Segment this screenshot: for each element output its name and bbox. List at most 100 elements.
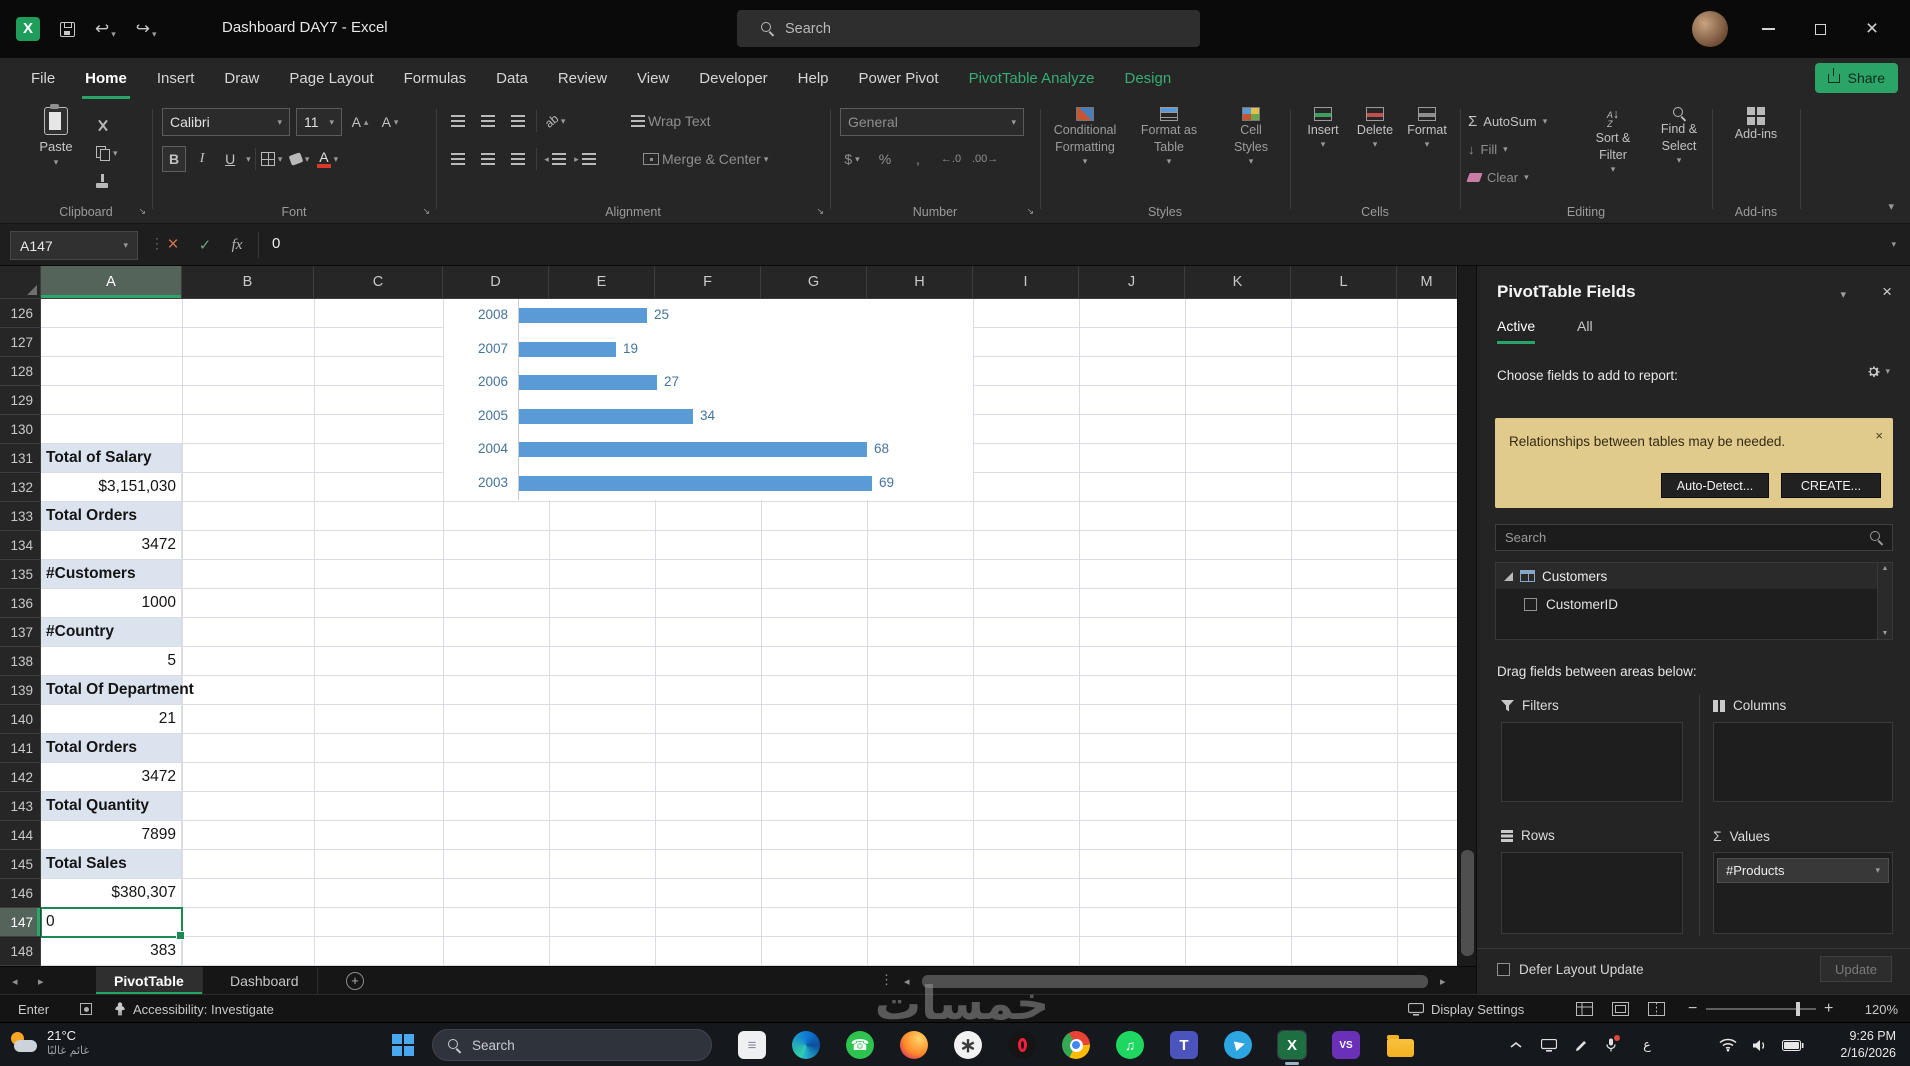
column-header-d[interactable]: D bbox=[443, 266, 549, 299]
hscroll-left-icon[interactable]: ◂ bbox=[904, 967, 910, 995]
auto-detect-button[interactable]: Auto-Detect... bbox=[1661, 473, 1769, 498]
field-item-customerid[interactable]: CustomerID bbox=[1524, 593, 1618, 615]
excel-app-icon[interactable]: X bbox=[16, 17, 40, 41]
cell-a138[interactable]: 5 bbox=[41, 647, 182, 676]
sheet-nav-left-icon[interactable]: ◂ bbox=[12, 967, 18, 995]
cell-a133[interactable]: Total Orders bbox=[41, 502, 182, 531]
maximize-button[interactable] bbox=[1794, 0, 1846, 58]
cancel-entry-button[interactable]: × bbox=[160, 233, 186, 257]
tray-microphone-icon[interactable] bbox=[1600, 1023, 1622, 1066]
ribbon-tab-file[interactable]: File bbox=[16, 58, 70, 99]
column-header-l[interactable]: L bbox=[1291, 266, 1397, 299]
row-header-135[interactable]: 135 bbox=[0, 560, 41, 589]
autosum-button[interactable]: Σ AutoSum ▾ bbox=[1468, 109, 1547, 133]
orientation-button[interactable]: ab ▾ bbox=[542, 108, 567, 134]
cell-a131[interactable]: Total of Salary bbox=[41, 444, 182, 473]
taskbar-app-notepad-icon[interactable]: ≡ bbox=[737, 1030, 767, 1060]
taskbar-app-whatsapp-icon[interactable]: ☎ bbox=[845, 1030, 875, 1060]
taskbar-app-edge-icon[interactable] bbox=[791, 1030, 821, 1060]
field-list-settings-button[interactable]: ▾ bbox=[1866, 364, 1890, 379]
sheet-tab-dashboard[interactable]: Dashboard bbox=[212, 967, 318, 995]
cell-a143[interactable]: Total Quantity bbox=[41, 792, 182, 821]
display-settings-button[interactable]: Display Settings bbox=[1408, 995, 1524, 1023]
column-header-i[interactable]: I bbox=[973, 266, 1079, 299]
taskbar-app-excel-icon[interactable]: X bbox=[1277, 1030, 1307, 1065]
clear-button[interactable]: Clear ▾ bbox=[1466, 165, 1529, 189]
row-header-141[interactable]: 141 bbox=[0, 734, 41, 763]
page-layout-view-button[interactable] bbox=[1612, 995, 1629, 1023]
insert-cells-button[interactable]: Insert ▾ bbox=[1298, 107, 1348, 149]
collapse-ribbon-icon[interactable]: ▾ bbox=[1888, 200, 1894, 213]
volume-icon[interactable] bbox=[1748, 1023, 1772, 1066]
ribbon-tab-data[interactable]: Data bbox=[481, 58, 543, 99]
italic-button[interactable]: I bbox=[190, 146, 214, 172]
name-box[interactable]: A147 ▾ bbox=[10, 231, 138, 260]
column-header-k[interactable]: K bbox=[1185, 266, 1291, 299]
increase-decimal-button[interactable]: ←.0 bbox=[939, 146, 963, 172]
align-top-button[interactable] bbox=[446, 108, 470, 134]
row-header-144[interactable]: 144 bbox=[0, 821, 41, 850]
clipboard-dialog-launcher-icon[interactable]: ↘ bbox=[138, 206, 146, 217]
macro-record-button[interactable] bbox=[80, 995, 92, 1023]
align-right-button[interactable] bbox=[506, 146, 530, 172]
find-select-button[interactable]: Find & Select ▾ bbox=[1648, 107, 1710, 165]
row-header-143[interactable]: 143 bbox=[0, 792, 41, 821]
ribbon-tab-pivottable-analyze[interactable]: PivotTable Analyze bbox=[954, 58, 1110, 99]
language-indicator[interactable]: ع bbox=[1636, 1023, 1658, 1066]
align-left-button[interactable] bbox=[446, 146, 470, 172]
zoom-level[interactable]: 120% bbox=[1848, 995, 1898, 1023]
start-button[interactable] bbox=[392, 1034, 414, 1056]
cell-a144[interactable]: 7899 bbox=[41, 821, 182, 850]
update-button[interactable]: Update bbox=[1820, 956, 1892, 982]
decrease-decimal-button[interactable]: .00→ bbox=[972, 146, 998, 172]
delete-cells-button[interactable]: Delete ▾ bbox=[1350, 107, 1400, 149]
font-name-combo[interactable]: Calibri ▾ bbox=[162, 108, 290, 136]
page-break-view-button[interactable] bbox=[1648, 995, 1665, 1023]
cell-a134[interactable]: 3472 bbox=[41, 531, 182, 560]
percent-style-button[interactable]: % bbox=[873, 146, 897, 172]
align-middle-button[interactable] bbox=[476, 108, 500, 134]
pane-tab-active[interactable]: Active bbox=[1497, 318, 1536, 344]
format-cells-button[interactable]: Format ▾ bbox=[1402, 107, 1452, 149]
weather-widget[interactable]: 21°C غائم غالبًا bbox=[10, 1028, 89, 1057]
row-header-132[interactable]: 132 bbox=[0, 473, 41, 502]
spreadsheet-grid[interactable]: 2008 25 2007 19 2006 27 2005 34 2004 68 2003 69 A B C D… bbox=[0, 266, 1457, 966]
ribbon-tab-design[interactable]: Design bbox=[1109, 58, 1186, 99]
insert-function-button[interactable]: fx bbox=[224, 233, 250, 257]
shrink-font-button[interactable]: A ▾ bbox=[378, 109, 402, 135]
column-header-a[interactable]: A bbox=[41, 266, 182, 299]
vertical-scrollbar[interactable] bbox=[1457, 266, 1476, 966]
column-header-c[interactable]: C bbox=[314, 266, 443, 299]
font-color-button[interactable]: A ▾ bbox=[316, 146, 340, 172]
row-header-140[interactable]: 140 bbox=[0, 705, 41, 734]
scroll-down-icon[interactable]: ▼ bbox=[1882, 630, 1889, 637]
horizontal-scrollbar-thumb[interactable] bbox=[922, 975, 1428, 988]
cell-a145[interactable]: Total Sales bbox=[41, 850, 182, 879]
cell-a141[interactable]: Total Orders bbox=[41, 734, 182, 763]
taskbar-app-firefox-icon[interactable] bbox=[899, 1030, 929, 1060]
undo-button[interactable]: ↩ ▾ bbox=[95, 19, 116, 39]
row-header-147[interactable]: 147 bbox=[0, 908, 41, 937]
row-header-137[interactable]: 137 bbox=[0, 618, 41, 647]
defer-checkbox[interactable] bbox=[1497, 963, 1510, 976]
increase-indent-button[interactable]: ▸ bbox=[573, 146, 597, 172]
row-header-131[interactable]: 131 bbox=[0, 444, 41, 473]
ribbon-tab-help[interactable]: Help bbox=[783, 58, 844, 99]
alignment-dialog-launcher-icon[interactable]: ↘ bbox=[816, 206, 824, 217]
accounting-format-button[interactable]: $ ▾ bbox=[840, 146, 864, 172]
sort-filter-button[interactable]: A Z ↓ Sort & Filter ▾ bbox=[1582, 107, 1644, 174]
scroll-up-icon[interactable]: ▲ bbox=[1882, 565, 1889, 572]
bold-button[interactable]: B bbox=[162, 146, 187, 172]
taskbar-app-teams-icon[interactable]: T bbox=[1169, 1030, 1199, 1060]
redo-button[interactable]: ↪ ▾ bbox=[136, 19, 157, 39]
column-header-j[interactable]: J bbox=[1079, 266, 1185, 299]
tray-pen-icon[interactable] bbox=[1570, 1023, 1592, 1066]
minimize-button[interactable] bbox=[1742, 0, 1794, 58]
field-search-input[interactable]: Search bbox=[1495, 524, 1893, 551]
paste-button[interactable]: Paste ▾ bbox=[28, 104, 84, 197]
wrap-text-button[interactable]: Wrap Text bbox=[631, 108, 711, 134]
cell-a148[interactable]: 383 bbox=[41, 937, 182, 966]
taskbar-app-chatgpt-icon[interactable]: ∗ bbox=[953, 1030, 983, 1060]
row-header-130[interactable]: 130 bbox=[0, 415, 41, 444]
cell-a146[interactable]: $380,307 bbox=[41, 879, 182, 908]
